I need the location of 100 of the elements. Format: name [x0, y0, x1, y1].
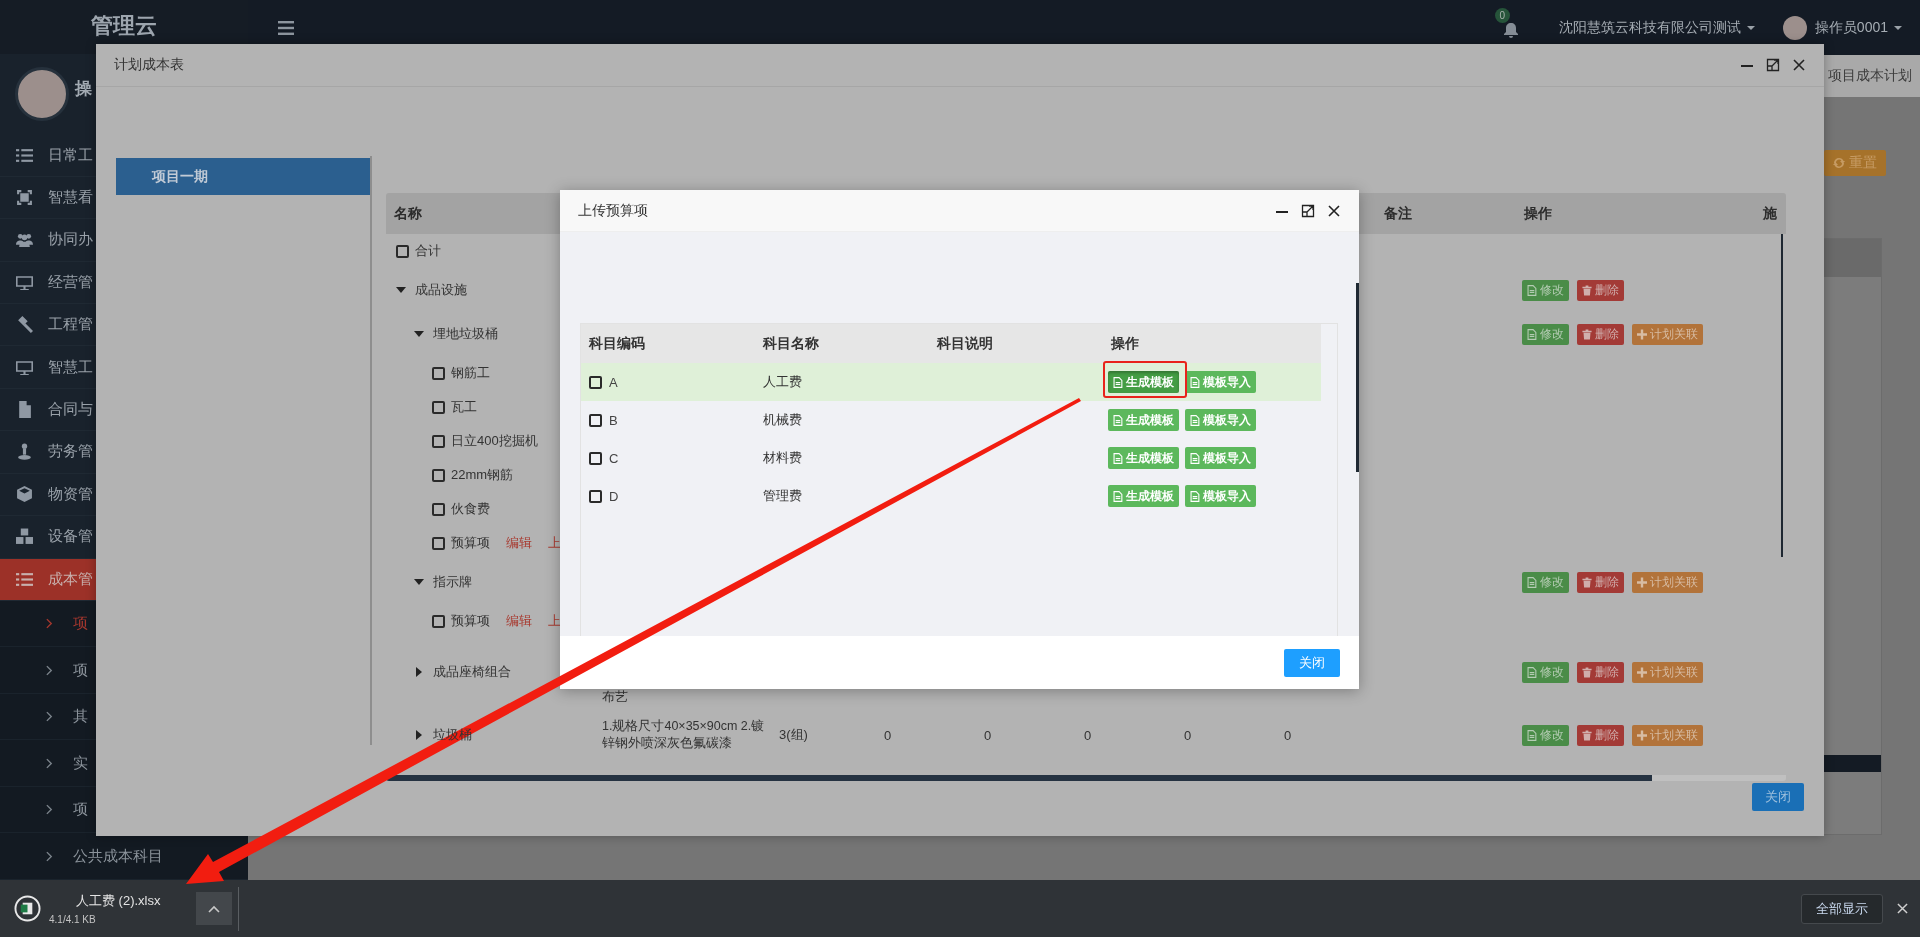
triangle-down-icon[interactable]: [414, 331, 424, 337]
dialog-title: 上传预算项: [578, 201, 648, 220]
row-name: 成品设施: [415, 281, 467, 299]
template-button[interactable]: 模板导入: [1185, 485, 1256, 507]
table-cell-text: 0: [1083, 727, 1093, 743]
expand-button[interactable]: [196, 892, 232, 925]
row-link[interactable]: 上: [548, 534, 561, 552]
refresh-icon: [1833, 157, 1845, 169]
table-row[interactable]: D 管理费 生成模板 模板导入: [581, 477, 1321, 515]
document-icon: [1527, 666, 1537, 678]
plus-icon: [1637, 729, 1647, 741]
template-button[interactable]: 模板导入: [1185, 371, 1256, 393]
column-header: 操作: [1523, 204, 1552, 223]
checkbox[interactable]: [432, 502, 445, 516]
triangle-right-icon[interactable]: [416, 667, 422, 677]
template-button[interactable]: 模板导入: [1185, 409, 1256, 431]
boxes-icon: [16, 528, 33, 546]
trash-icon: [1582, 729, 1592, 741]
chevron-icon: [46, 804, 53, 816]
link-button[interactable]: 计划关联: [1632, 724, 1703, 746]
delete-button[interactable]: 删除: [1577, 323, 1624, 345]
user-menu[interactable]: 操作员0001: [1814, 18, 1888, 37]
template-button[interactable]: 模板导入: [1185, 447, 1256, 469]
close-icon[interactable]: [1792, 58, 1806, 72]
file-size: 4.1/4.1 KB: [49, 914, 97, 925]
show-all-button[interactable]: 全部显示: [1801, 893, 1883, 924]
checkbox[interactable]: [432, 400, 445, 414]
triangle-right-icon[interactable]: [416, 730, 422, 740]
bell-icon[interactable]: [1502, 21, 1519, 38]
delete-button[interactable]: 删除: [1577, 724, 1624, 746]
row-link[interactable]: 上: [548, 612, 561, 630]
dialog-title: 计划成本表: [114, 56, 184, 74]
template-button[interactable]: 生成模板: [1108, 447, 1179, 469]
checkbox[interactable]: [432, 468, 445, 482]
subject-name: 人工费: [762, 373, 803, 391]
caret-icon: [1894, 25, 1902, 30]
caret-icon: [1746, 25, 1755, 30]
row-link[interactable]: 编辑: [506, 534, 532, 552]
list-icon: [16, 570, 33, 588]
template-button[interactable]: 生成模板: [1108, 409, 1179, 431]
checkbox[interactable]: [396, 244, 409, 258]
template-button[interactable]: 生成模板: [1108, 485, 1179, 507]
row-name: 瓦工: [451, 398, 477, 416]
checkbox[interactable]: [432, 614, 445, 628]
notification-badge: 0: [1494, 7, 1510, 23]
link-button[interactable]: 计划关联: [1632, 661, 1703, 683]
chevron-icon: [46, 757, 53, 769]
edit-button[interactable]: 修改: [1522, 724, 1569, 746]
delete-button[interactable]: 删除: [1577, 661, 1624, 683]
template-button[interactable]: 生成模板: [1108, 371, 1179, 393]
users-icon: [16, 231, 33, 249]
menu-icon[interactable]: [278, 20, 294, 35]
delete-button[interactable]: 删除: [1577, 279, 1624, 301]
triangle-down-icon[interactable]: [414, 579, 424, 585]
spreadsheet-icon: [14, 895, 41, 922]
checkbox[interactable]: [432, 536, 445, 550]
trash-icon: [1582, 576, 1592, 588]
edit-button[interactable]: 修改: [1522, 323, 1569, 345]
breadcrumb[interactable]: 项目成本计划: [1828, 67, 1912, 85]
checkbox[interactable]: [432, 434, 445, 448]
description-text: 1.规格尺寸40×35×90cm 2.镀锌钢外喷深灰色氟碳漆: [602, 718, 766, 752]
table-row[interactable]: B 机械费 生成模板 模板导入: [581, 401, 1321, 439]
link-button[interactable]: 计划关联: [1632, 571, 1703, 593]
edit-button[interactable]: 修改: [1522, 661, 1569, 683]
edit-button[interactable]: 修改: [1522, 571, 1569, 593]
box-icon: [16, 485, 33, 503]
project-item[interactable]: 项目一期: [116, 158, 370, 195]
triangle-down-icon[interactable]: [396, 287, 406, 293]
checkbox[interactable]: [589, 451, 602, 465]
edit-button[interactable]: 修改: [1522, 279, 1569, 301]
maximize-icon[interactable]: [1301, 203, 1315, 218]
subject-name: 材料费: [762, 449, 803, 467]
close-button[interactable]: 关闭: [1752, 783, 1804, 811]
column-header: 备注: [1383, 204, 1412, 223]
delete-button[interactable]: 删除: [1577, 571, 1624, 593]
table-row[interactable]: A 人工费 生成模板 模板导入: [581, 363, 1321, 401]
checkbox[interactable]: [589, 413, 602, 427]
document-icon: [1113, 376, 1123, 388]
row-link[interactable]: 编辑: [506, 612, 532, 630]
chevron-icon: [46, 711, 53, 723]
close-icon[interactable]: [1327, 203, 1341, 218]
checkbox[interactable]: [432, 366, 445, 380]
maximize-icon[interactable]: [1766, 58, 1780, 72]
checkbox[interactable]: [589, 489, 602, 503]
table-cell-text: 0: [1283, 727, 1293, 743]
table-cell-text: 0: [983, 727, 993, 743]
row-name: 埋地垃圾桶: [433, 325, 498, 343]
chevron-icon: [46, 850, 53, 862]
file-name[interactable]: 人工费 (2).xlsx: [49, 892, 189, 910]
subject-code: B: [609, 412, 618, 428]
link-button[interactable]: 计划关联: [1632, 323, 1703, 345]
trash-icon: [1582, 284, 1592, 296]
plus-icon: [1637, 666, 1647, 678]
row-name: 钢筋工: [451, 364, 490, 382]
close-button[interactable]: 关闭: [1284, 648, 1340, 677]
table-row[interactable]: C 材料费 生成模板 模板导入: [581, 439, 1321, 477]
company-menu[interactable]: 沈阳慧筑云科技有限公司测试: [1558, 18, 1741, 37]
row-name: 指示牌: [433, 573, 472, 591]
checkbox[interactable]: [589, 375, 602, 389]
row-name: 22mm钢筋: [451, 466, 514, 484]
